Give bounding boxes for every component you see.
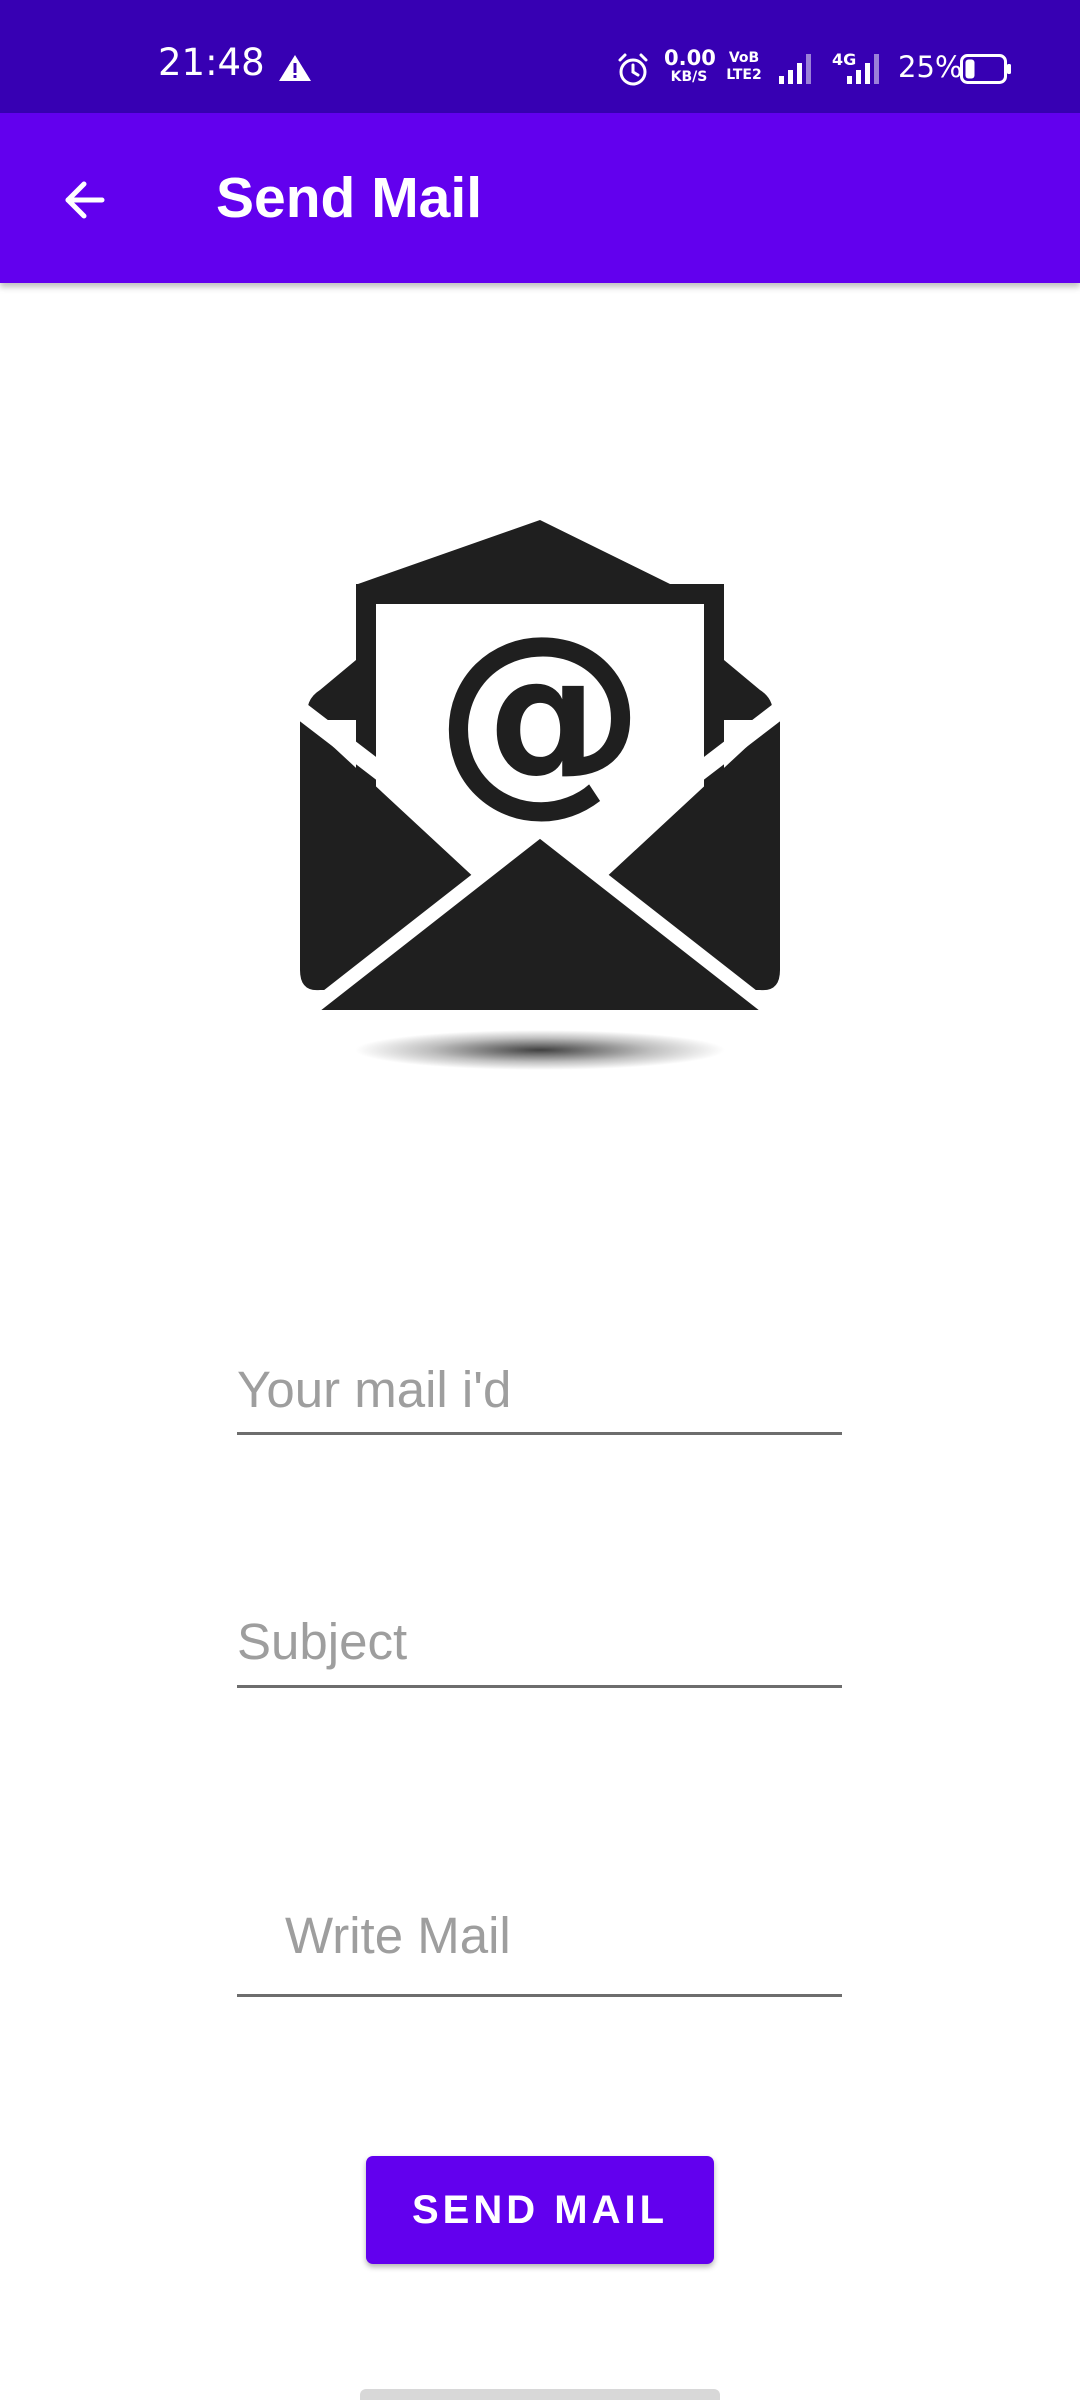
send-mail-button[interactable]: SEND MAIL xyxy=(366,2156,714,2264)
volte-bottom-label: LTE2 xyxy=(726,67,762,83)
signal-strength-icon xyxy=(779,54,811,84)
subject-field[interactable] xyxy=(237,1612,842,1688)
network-speed-unit: KB/S xyxy=(670,69,708,85)
page-title: Send Mail xyxy=(216,166,483,230)
warning-icon xyxy=(279,55,311,81)
status-time: 21:48 xyxy=(158,41,265,84)
arrow-back-icon xyxy=(65,181,105,219)
alarm-icon xyxy=(618,53,648,86)
volte-icon: VoB LTE2 xyxy=(726,50,762,86)
message-field[interactable] xyxy=(237,1890,842,1997)
back-button[interactable] xyxy=(40,156,128,244)
network-speed: 0.00 KB/S xyxy=(664,46,716,86)
signal-strength-icon-2 xyxy=(847,54,879,84)
status-bar: 21:48 0.00 KB/S VoB LTE2 4G 25% xyxy=(0,0,1080,113)
app-bar: Send Mail xyxy=(0,113,1080,283)
battery-icon xyxy=(960,54,1011,84)
battery-level-fill xyxy=(965,59,975,79)
battery-percentage: 25% xyxy=(898,50,963,84)
network-speed-value: 0.00 xyxy=(664,46,716,70)
gesture-navigation-bar[interactable] xyxy=(360,2389,720,2400)
open-envelope-at-icon: @ xyxy=(294,520,786,1070)
email-field[interactable] xyxy=(237,1360,842,1435)
at-symbol: @ xyxy=(435,590,645,835)
volte-top-label: VoB xyxy=(728,50,760,66)
